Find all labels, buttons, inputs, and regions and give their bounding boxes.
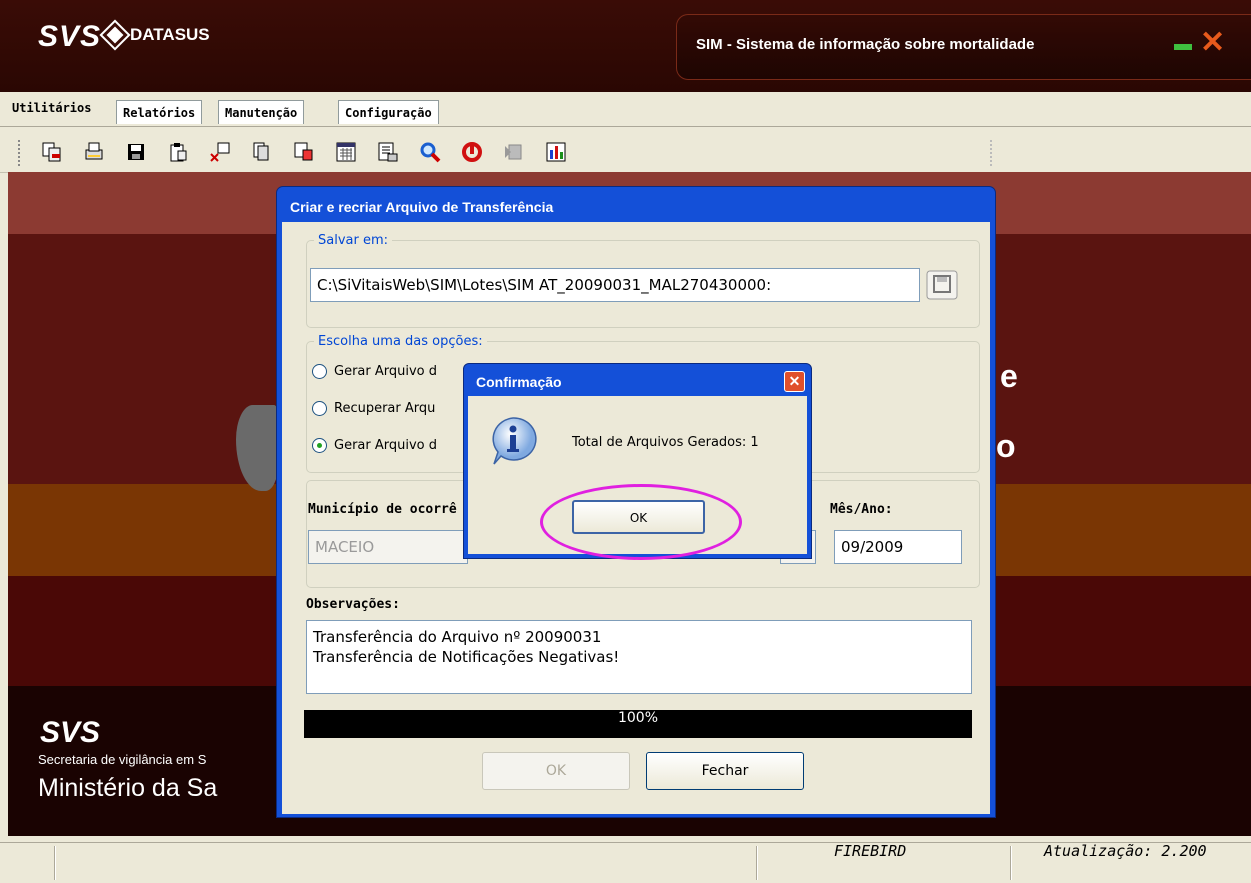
confirm-ok-button[interactable]: OK xyxy=(572,500,705,534)
calendar-icon[interactable] xyxy=(334,140,358,164)
mes-ano-field[interactable]: 09/2009 xyxy=(834,530,962,564)
status-database: FIREBIRD xyxy=(834,842,907,860)
background-letter-e: e xyxy=(1000,358,1018,394)
save-path-field[interactable]: C:\SiVitaisWeb\SIM\Lotes\SIM AT_20090031… xyxy=(310,268,920,302)
toolbar-separator xyxy=(990,140,994,166)
status-divider xyxy=(1010,846,1012,880)
search-icon[interactable] xyxy=(418,140,442,164)
app-title: SIM - Sistema de informação sobre mortal… xyxy=(696,36,1035,53)
datasus-mark-icon xyxy=(99,19,131,51)
print-icon[interactable] xyxy=(82,140,106,164)
datasus-logo-text: DATASUS xyxy=(130,25,210,44)
minimize-button[interactable] xyxy=(1174,44,1192,50)
confirm-message: Total de Arquivos Gerados: 1 xyxy=(572,435,759,450)
fechar-button[interactable]: Fechar xyxy=(646,752,804,790)
background-svs-logo: SVS xyxy=(40,716,101,749)
status-version: Atualização: 2.200 xyxy=(1044,842,1207,860)
save-file-icon[interactable] xyxy=(926,270,958,300)
tab-bar: Utilitários Relatórios Manutenção Config… xyxy=(0,92,1251,127)
option-label: Recuperar Arqu xyxy=(334,401,436,416)
copy-icon[interactable] xyxy=(40,140,64,164)
progress-bar: 100% xyxy=(304,710,972,738)
save-icon[interactable] xyxy=(124,140,148,164)
municipio-field[interactable]: MACEIO xyxy=(308,530,468,564)
progress-text: 100% xyxy=(617,710,659,726)
radio-button-selected[interactable] xyxy=(312,438,327,453)
save-location-legend: Salvar em: xyxy=(314,233,393,248)
clipboard-icon[interactable] xyxy=(166,140,190,164)
pages-icon[interactable] xyxy=(250,140,274,164)
confirm-close-button[interactable]: ✕ xyxy=(784,371,805,392)
observacoes-textarea[interactable]: Transferência do Arquivo nº 20090031 Tra… xyxy=(306,620,972,694)
radio-button[interactable] xyxy=(312,364,327,379)
radio-button[interactable] xyxy=(312,401,327,416)
chart-icon[interactable] xyxy=(544,140,568,164)
tab-configuracao[interactable]: Configuração xyxy=(338,100,439,124)
observacoes-label: Observações: xyxy=(306,597,400,612)
transfer-dialog-title: Criar e recriar Arquivo de Transferência xyxy=(290,199,554,215)
option-label: Gerar Arquivo d xyxy=(334,438,438,453)
info-icon xyxy=(492,417,537,465)
confirm-dialog-title: Confirmação xyxy=(476,374,562,390)
mes-ano-label: Mês/Ano: xyxy=(830,502,893,517)
option-recuperar-arquivo[interactable]: Recuperar Arqu xyxy=(312,401,435,416)
observacoes-line-2: Transferência de Notificações Negativas! xyxy=(313,648,620,666)
toolbar-grip[interactable] xyxy=(18,140,22,166)
option-gerar-arquivo-1[interactable]: Gerar Arquivo d xyxy=(312,364,437,379)
move-icon[interactable] xyxy=(502,140,526,164)
tab-relatorios[interactable]: Relatórios xyxy=(116,100,203,124)
refresh-icon[interactable] xyxy=(460,140,484,164)
option-label: Gerar Arquivo d xyxy=(334,364,438,379)
tab-utilitarios[interactable]: Utilitários xyxy=(6,96,98,125)
list-icon[interactable] xyxy=(376,140,400,164)
cut-icon[interactable] xyxy=(208,140,232,164)
paste-icon[interactable] xyxy=(292,140,316,164)
svs-logo: SVS xyxy=(38,20,102,53)
option-gerar-arquivo-2[interactable]: Gerar Arquivo d xyxy=(312,438,437,453)
status-divider xyxy=(54,846,56,880)
ok-button[interactable]: OK xyxy=(482,752,630,790)
background-secretaria-text: Secretaria de vigilância em S xyxy=(38,752,207,767)
datasus-logo: DATASUS xyxy=(99,19,210,51)
tab-manutencao[interactable]: Manutenção xyxy=(218,100,305,124)
background-letter-o: o xyxy=(996,428,1016,464)
options-legend: Escolha uma das opções: xyxy=(314,334,487,349)
observacoes-line-1: Transferência do Arquivo nº 20090031 xyxy=(313,628,602,646)
close-window-button[interactable]: ✕ xyxy=(1200,28,1225,58)
municipio-label: Município de ocorrê xyxy=(308,502,457,517)
background-ministerio-text: Ministério da Sa xyxy=(38,774,218,802)
status-divider xyxy=(756,846,758,880)
